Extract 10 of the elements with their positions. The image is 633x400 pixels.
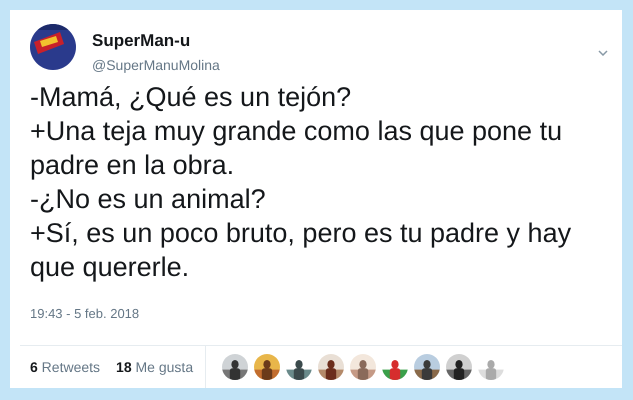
tweet-text: +Una teja muy grande como las que pone tu padre en la obra. <box>30 115 564 182</box>
chevron-down-icon[interactable] <box>598 50 608 56</box>
stat-link[interactable]: 18 Me gusta <box>116 356 194 378</box>
author-handle[interactable]: @SuperManuMolina <box>92 55 220 76</box>
tweet-timestamp[interactable]: 19:43 - 5 feb. 2018 <box>30 306 140 321</box>
tweet-text: -Mamá, ¿Qué es un tejón? <box>30 81 352 114</box>
stat-link[interactable]: 6 Retweets <box>30 356 100 378</box>
tweet-text: +Sí, es un poco bruto, pero es tu padre y hay que quererle. <box>30 217 572 284</box>
tweet-text: -¿No es un animal? <box>30 183 267 216</box>
author-name[interactable]: SuperMan-u <box>92 31 190 52</box>
